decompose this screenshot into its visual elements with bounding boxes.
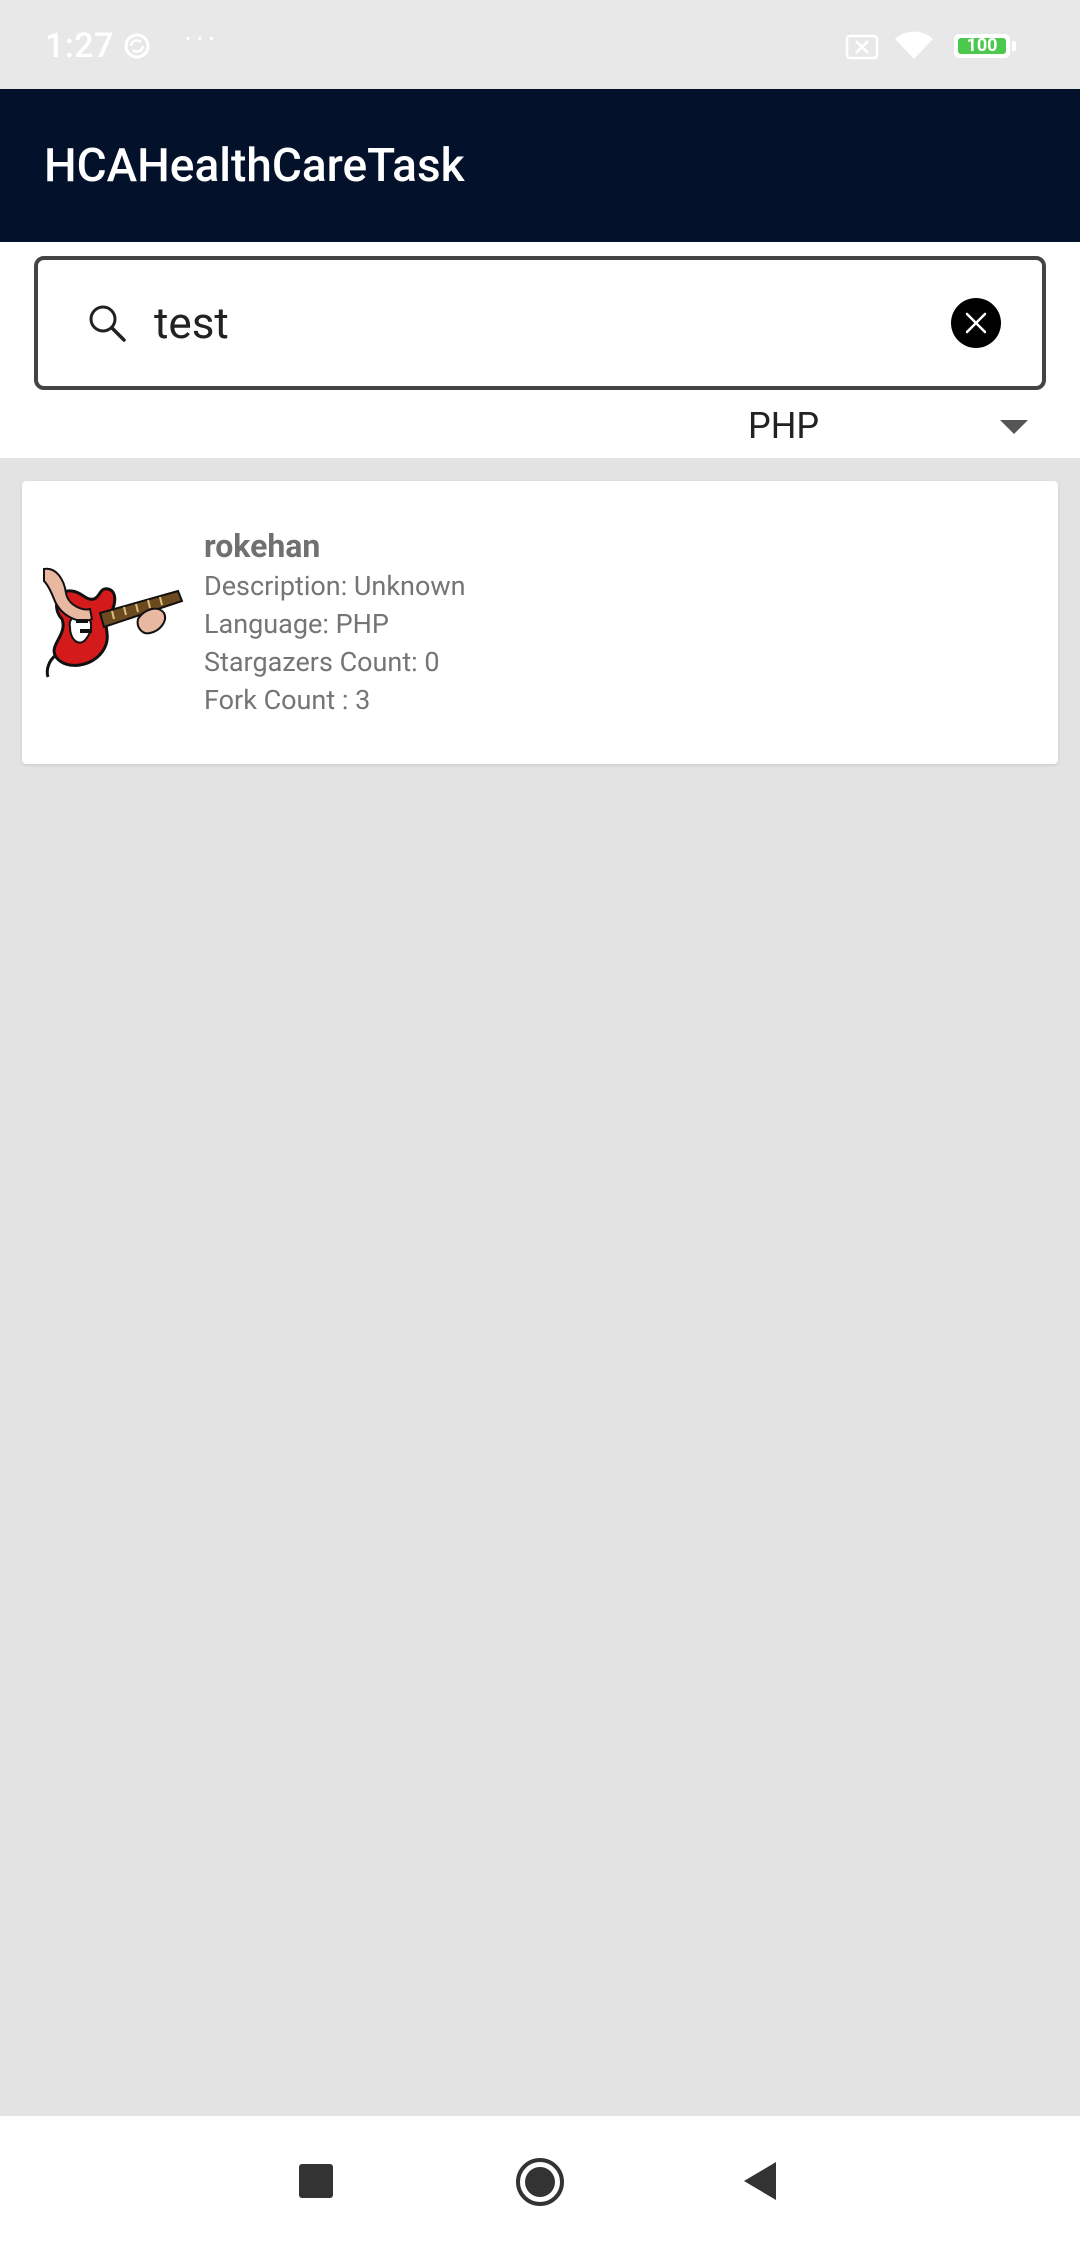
list-item[interactable]: rokehan Description: Unknown Language: P… — [22, 481, 1058, 764]
app-bar: HCAHealthCareTask — [0, 89, 1080, 242]
clear-search-button[interactable] — [951, 298, 1001, 348]
language-selected-value: PHP — [748, 405, 820, 447]
home-icon[interactable] — [515, 2157, 565, 2207]
recents-icon[interactable] — [299, 2164, 333, 2198]
search-icon — [89, 305, 126, 342]
battery-tip — [1012, 41, 1016, 51]
wifi-icon — [895, 31, 933, 59]
sync-icon — [124, 33, 150, 59]
chevron-down-icon — [1000, 420, 1028, 434]
battery-icon: 100 — [954, 34, 1018, 60]
language-dropdown[interactable]: PHP — [740, 398, 1040, 456]
search-box[interactable] — [34, 256, 1046, 390]
repo-owner-name: rokehan — [204, 527, 321, 565]
system-nav-bar — [0, 2116, 1080, 2246]
close-icon — [965, 312, 987, 334]
repo-description: Description: Unknown — [204, 570, 466, 602]
battery-level: 100 — [966, 35, 998, 56]
search-input[interactable] — [154, 288, 954, 358]
search-area: PHP — [0, 242, 1080, 458]
more-notifications-icon: ··· — [184, 22, 220, 57]
repo-stargazers-count: Stargazers Count: 0 — [204, 646, 440, 678]
no-sim-icon — [845, 34, 879, 60]
guitar-player-avatar — [43, 567, 184, 678]
repo-language: Language: PHP — [204, 608, 389, 640]
status-time: 1:27 — [45, 26, 114, 66]
back-icon[interactable] — [742, 2160, 778, 2202]
repo-details: rokehan Description: Unknown Language: P… — [204, 525, 1024, 719]
repo-fork-count: Fork Count : 3 — [204, 684, 371, 716]
status-bar: 1:27 ··· 100 — [0, 0, 1080, 89]
app-title: HCAHealthCareTask — [44, 139, 465, 193]
